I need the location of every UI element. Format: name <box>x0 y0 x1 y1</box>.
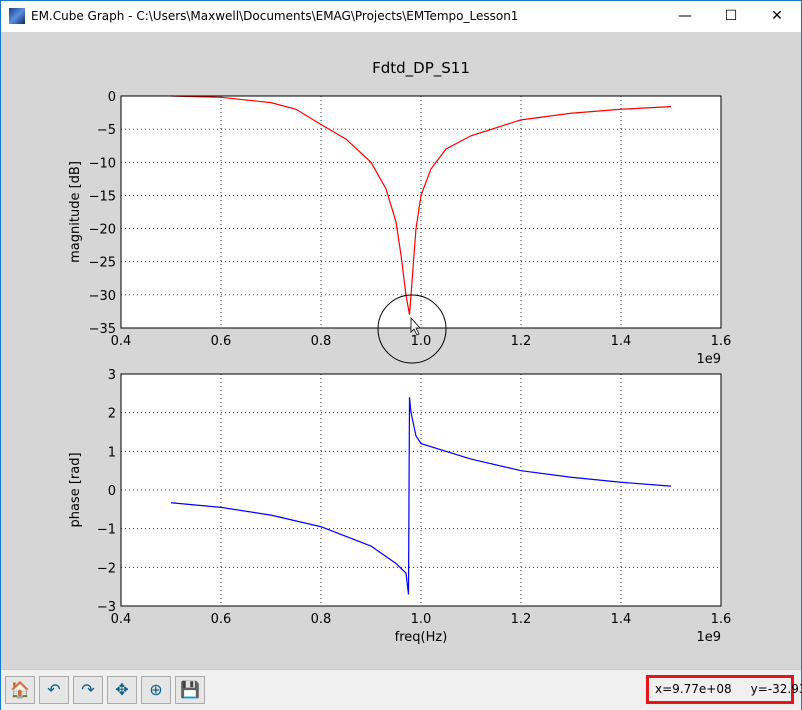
x-tick-label: 1.2 <box>511 334 532 349</box>
pan-button[interactable]: ✥ <box>107 676 137 704</box>
maximize-button[interactable]: ☐ <box>708 1 754 32</box>
x-tick-label: 1.0 <box>411 612 432 627</box>
zoom-icon: ⊕ <box>149 680 163 699</box>
back-button[interactable]: ↶ <box>39 676 69 704</box>
cursor-readout: x=9.77e+08 y=-32.9355 <box>646 675 802 704</box>
y-tick-label: −2 <box>97 561 116 576</box>
x-tick-label: 1.4 <box>611 612 632 627</box>
y-tick-label: 0 <box>108 90 116 105</box>
minimize-button[interactable]: — <box>662 1 708 32</box>
y-tick-label: −1 <box>97 523 116 538</box>
close-button[interactable]: ✕ <box>754 1 800 32</box>
y-tick-label: −25 <box>89 256 116 271</box>
x-tick-label: 1.4 <box>611 334 632 349</box>
window-title: EM.Cube Graph - C:\Users\Maxwell\Documen… <box>31 9 519 23</box>
title-bar: EM.Cube Graph - C:\Users\Maxwell\Documen… <box>1 1 801 32</box>
y-tick-label: 2 <box>108 407 116 422</box>
y-tick-label: −5 <box>97 123 116 138</box>
app-icon <box>9 8 25 24</box>
y-tick-label: 1 <box>108 445 116 460</box>
x-tick-label: 0.6 <box>211 334 232 349</box>
subplot-phase: 0.4 0.6 0.8 1.0 1.2 1.4 1.63210−1−2−31e9phase … <box>68 368 731 645</box>
x-tick-label: 0.6 <box>211 612 232 627</box>
y-tick-label: −35 <box>89 322 116 337</box>
app-window: EM.Cube Graph - C:\Users\Maxwell\Documen… <box>0 0 802 710</box>
x-offset-label: 1e9 <box>696 630 721 645</box>
forward-button[interactable]: ↷ <box>73 676 103 704</box>
figure-canvas[interactable]: 0.4 0.6 0.8 1.0 1.2 1.4 1.60−5−10−15−20−25−30−… <box>1 32 801 669</box>
pan-icon: ✥ <box>115 680 129 699</box>
y-tick-label: −15 <box>89 189 116 204</box>
x-axis-label: freq(Hz) <box>395 630 448 645</box>
navigation-toolbar: 🏠 ↶ ↷ ✥ ⊕ 💾 x=9.77e+08 y=-32.9355 <box>1 669 802 710</box>
y-tick-label: −10 <box>89 156 116 171</box>
forward-icon: ↷ <box>81 680 95 699</box>
cursor-y: y=-32.9355 <box>750 682 802 696</box>
cursor-x: x=9.77e+08 <box>655 682 732 696</box>
x-tick-label: 1.2 <box>511 612 532 627</box>
y-axis-label: phase [rad] <box>68 452 83 527</box>
subplot-magnitude: 0.4 0.6 0.8 1.0 1.2 1.4 1.60−5−10−15−20−25−30−… <box>68 59 731 367</box>
y-tick-label: −30 <box>89 289 116 304</box>
y-axis-label: magnitude [dB] <box>68 161 83 263</box>
save-button[interactable]: 💾 <box>175 676 205 704</box>
home-button[interactable]: 🏠 <box>5 676 35 704</box>
home-icon: 🏠 <box>10 680 30 699</box>
zoom-button[interactable]: ⊕ <box>141 676 171 704</box>
y-tick-label: 0 <box>108 484 116 499</box>
x-tick-label: 1.6 <box>711 334 732 349</box>
y-tick-label: −20 <box>89 223 116 238</box>
chart-title: Fdtd_DP_S11 <box>372 59 470 78</box>
back-icon: ↶ <box>47 680 61 699</box>
y-tick-label: −3 <box>97 600 116 615</box>
y-tick-label: 3 <box>108 368 116 383</box>
x-tick-label: 0.8 <box>311 612 332 627</box>
x-tick-label: 1.0 <box>411 334 432 349</box>
x-tick-label: 0.8 <box>311 334 332 349</box>
x-tick-label: 1.6 <box>711 612 732 627</box>
x-offset-label: 1e9 <box>696 352 721 367</box>
save-icon: 💾 <box>180 680 200 699</box>
